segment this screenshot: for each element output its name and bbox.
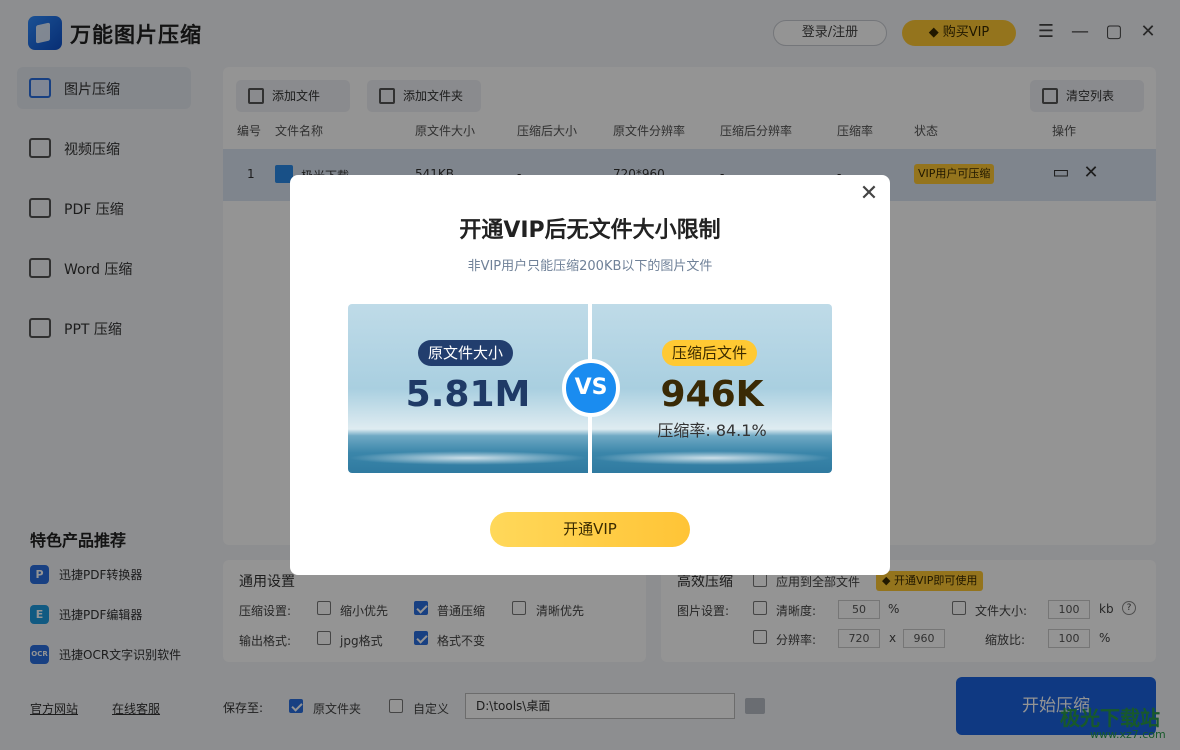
original-panel: 原文件大小 5.81M [348,304,588,473]
app-window: 万能图片压缩 登录/注册 ◆ 购买VIP ☰ — ▢ ✕ 图片压缩 视频压缩 PD… [0,0,1180,750]
dialog-title: 开通VIP后无文件大小限制 [459,218,721,243]
dialog-subtitle: 非VIP用户只能压缩200KB以下的图片文件 [467,259,713,274]
sea-wave [592,451,832,465]
compressed-size: 946K [660,374,764,415]
compressed-label: 压缩后文件 [662,340,758,366]
sea-wave [348,451,588,465]
compare-image: 原文件大小 5.81M 压缩后文件 946K 压缩率: 84.1% VS [348,304,832,473]
compression-rate: 压缩率: 84.1% [657,421,767,440]
close-dialog-icon[interactable]: ✕ [858,183,880,205]
original-label: 原文件大小 [418,340,514,366]
compressed-panel: 压缩后文件 946K 压缩率: 84.1% [592,304,832,473]
original-size: 5.81M [405,374,531,415]
vs-badge: VS [562,359,620,417]
vip-dialog: ✕ 开通VIP后无文件大小限制 非VIP用户只能压缩200KB以下的图片文件 原… [290,175,890,575]
open-vip-button[interactable]: 开通VIP [490,512,690,547]
